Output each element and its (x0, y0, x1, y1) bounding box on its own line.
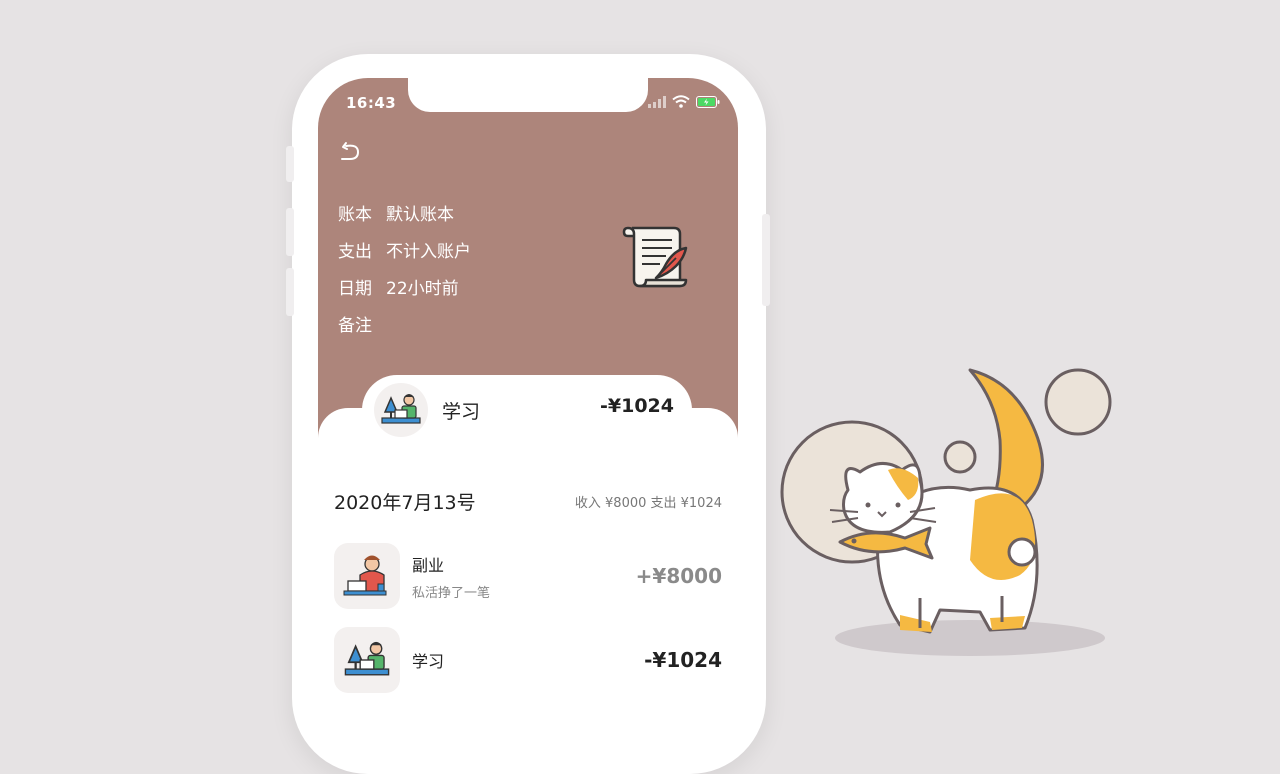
signal-icon (648, 95, 666, 108)
day-header: 2020年7月13号 收入 ¥8000 支出 ¥1024 (334, 488, 722, 515)
record-value: 22小时前 (386, 279, 459, 299)
phone-side-button-volume-down (286, 268, 294, 316)
transaction-title: 学习 (412, 652, 445, 671)
study-icon (334, 627, 400, 693)
undo-arrow-icon (341, 142, 360, 160)
phone-side-button-mute (286, 146, 294, 182)
record-row-date[interactable]: 日期 22小时前 (338, 274, 471, 311)
selected-category-label: 学习 (442, 400, 481, 423)
phone-side-button-power (762, 214, 770, 306)
battery-charging-icon (696, 95, 720, 108)
status-time: 16:43 (346, 94, 397, 112)
record-key: 账本 (338, 205, 372, 225)
list-item[interactable]: 学习 -¥1024 (334, 626, 722, 694)
record-key: 日期 (338, 279, 372, 299)
list-item[interactable]: 副业 私活挣了一笔 +¥8000 (334, 542, 722, 610)
transaction-amount: +¥8000 (635, 564, 722, 588)
freelancer-icon (334, 543, 400, 609)
scroll-quill-icon (622, 226, 688, 288)
selected-category-card[interactable]: 学习 -¥1024 (362, 375, 692, 445)
record-row-book[interactable]: 账本 默认账本 (338, 200, 471, 237)
day-summary: 收入 ¥8000 支出 ¥1024 (574, 496, 722, 511)
cat-mascot-illustration (780, 368, 1112, 656)
record-key: 备注 (338, 316, 372, 336)
day-date: 2020年7月13号 (334, 492, 476, 514)
back-button[interactable] (338, 138, 364, 164)
transaction-title: 副业 (412, 555, 445, 575)
record-key: 支出 (338, 242, 372, 262)
status-icons (648, 95, 720, 108)
selected-category-amount: -¥1024 (600, 395, 674, 417)
transaction-note: 私活挣了一笔 (412, 585, 491, 601)
study-icon (374, 383, 428, 437)
record-info: 账本 默认账本 支出 不计入账户 日期 22小时前 备注 (338, 200, 471, 348)
transaction-amount: -¥1024 (644, 648, 722, 672)
record-value: 不计入账户 (386, 242, 471, 262)
record-value: 默认账本 (386, 205, 454, 225)
phone-notch (408, 78, 648, 112)
record-row-account[interactable]: 支出 不计入账户 (338, 237, 471, 274)
wifi-icon (672, 95, 690, 108)
phone-side-button-volume-up (286, 208, 294, 256)
record-row-note[interactable]: 备注 (338, 311, 471, 348)
